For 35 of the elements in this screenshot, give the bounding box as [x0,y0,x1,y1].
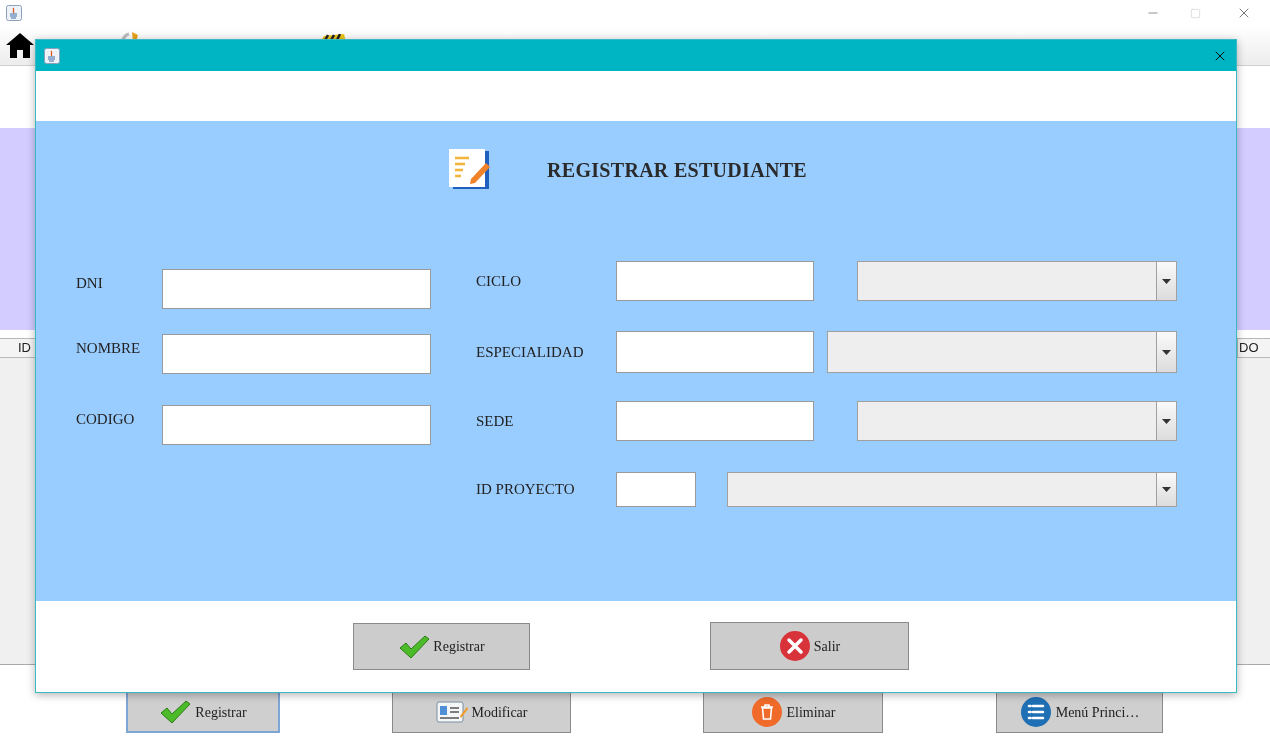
toolbar-button[interactable]: Modificar [392,691,571,733]
caret-icon [1162,418,1171,424]
text-field[interactable] [616,261,814,301]
caret-icon [1162,349,1171,355]
field-label: DNI [76,274,104,293]
dialog-button[interactable]: Salir [710,622,909,670]
caret-icon [1162,487,1171,492]
id-card-icon [435,700,468,724]
text-field[interactable] [162,405,431,445]
field-label: ID PROYECTO [476,480,576,500]
cancel-icon [778,630,811,662]
field-label: CICLO [476,271,522,291]
checkmark-icon [398,634,431,659]
dialog-button[interactable]: Registrar [353,623,530,670]
text-field[interactable] [162,334,431,374]
field-label: NOMBRE [76,339,142,358]
dialog-heading: REGISTRAR ESTUDIANTE [547,158,807,183]
text-field[interactable] [162,269,431,309]
app-icon [44,47,60,64]
notepad-icon [449,149,491,191]
app-icon [6,5,22,21]
home-icon[interactable] [5,32,35,58]
text-field[interactable] [616,331,814,373]
text-field[interactable] [616,401,814,441]
field-label: CODIGO [76,410,136,429]
list-icon [1019,696,1052,728]
field-label: ESPECIALIDAD [476,342,585,362]
toolbar-button[interactable]: Registrar [126,691,280,733]
trash-icon [750,696,783,728]
field-label: SEDE [476,411,515,431]
caret-icon [1162,278,1171,284]
checkmark-icon [159,700,192,724]
toolbar-button[interactable]: Menú Princi… [996,691,1163,733]
text-field[interactable] [616,472,696,507]
toolbar-button[interactable]: Eliminar [703,691,883,733]
